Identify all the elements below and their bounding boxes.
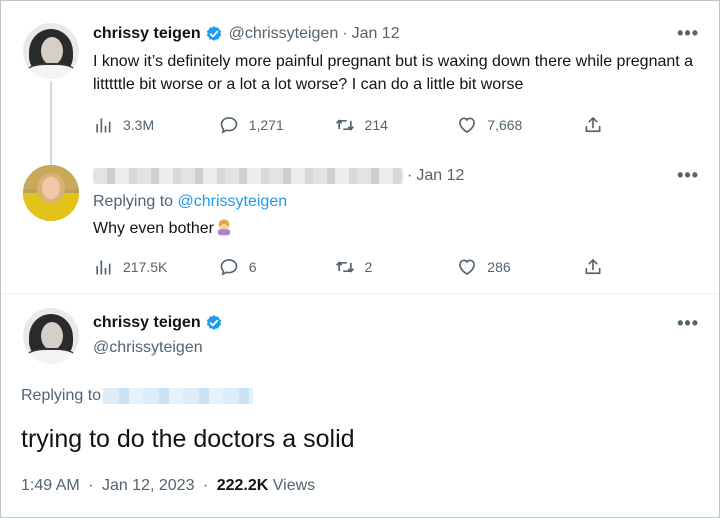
tweet-date[interactable]: Jan 12 xyxy=(416,166,464,186)
share-icon xyxy=(585,117,601,133)
tweet-thread: chrissy teigen @chrissyteigen · Jan 12 •… xyxy=(0,0,720,518)
avatar[interactable] xyxy=(23,308,79,364)
replying-to-handle[interactable]: @chrissyteigen xyxy=(178,193,288,210)
replying-to-prefix: Replying to xyxy=(21,387,102,404)
replying-to-prefix: Replying to xyxy=(93,193,174,210)
more-icon[interactable]: ••• xyxy=(677,23,699,44)
separator: · xyxy=(342,25,348,42)
separator: · xyxy=(202,477,209,494)
replying-to: Replying to xyxy=(21,387,254,405)
avatar[interactable] xyxy=(23,23,79,79)
more-icon[interactable]: ••• xyxy=(677,313,699,334)
person-facepalming-emoji xyxy=(217,219,230,236)
tweet-time[interactable]: 1:49 AM xyxy=(21,477,80,494)
views-count: 217.5K xyxy=(123,259,168,275)
tweet-header: · Jan 12 xyxy=(93,166,464,186)
redacted-replying-to-handle[interactable] xyxy=(103,387,254,404)
tweet-text: trying to do the doctors a solid xyxy=(21,425,355,453)
retweet-count: 214 xyxy=(364,117,388,133)
views-icon xyxy=(96,260,111,275)
separator: · xyxy=(88,477,94,494)
share-button[interactable] xyxy=(583,257,613,277)
views-count: 3.3M xyxy=(123,117,155,133)
retweet-icon xyxy=(335,119,354,131)
divider xyxy=(1,293,719,294)
tweet-text-row: Why even bother xyxy=(93,217,703,240)
like-icon xyxy=(459,259,476,276)
reply-button[interactable]: 6 xyxy=(219,257,335,277)
tweet-actions: 3.3M 1,271 214 7,668 xyxy=(93,113,613,137)
replying-to: Replying to @chrissyteigen xyxy=(93,193,287,211)
more-icon[interactable]: ••• xyxy=(677,165,699,186)
views-count: 222.2K xyxy=(216,477,269,494)
retweet-button[interactable]: 214 xyxy=(335,115,458,135)
like-count: 286 xyxy=(487,259,511,275)
share-icon xyxy=(585,259,601,275)
reply-count: 6 xyxy=(248,259,257,275)
tweet-text: Why even bother xyxy=(93,220,214,237)
tweet-header: chrissy teigen @chrissyteigen · Jan 12 xyxy=(93,24,400,44)
author-handle[interactable]: @chrissyteigen xyxy=(229,24,339,44)
verified-badge-icon xyxy=(206,26,221,41)
reply-icon xyxy=(220,117,238,134)
tweet-meta: 1:49 AM · Jan 12, 2023 · 222.2K Views xyxy=(21,477,315,495)
views-icon xyxy=(96,118,111,133)
separator: · xyxy=(407,167,413,184)
like-button[interactable]: 7,668 xyxy=(457,115,583,135)
reply-icon xyxy=(220,259,238,276)
tweet-full-date[interactable]: Jan 12, 2023 xyxy=(102,477,195,494)
avatar[interactable] xyxy=(23,165,79,221)
views-label: Views xyxy=(272,477,316,494)
share-button[interactable] xyxy=(583,115,613,135)
author-name[interactable]: chrissy teigen xyxy=(93,24,201,44)
like-count: 7,668 xyxy=(487,117,523,133)
author-handle[interactable]: @chrissyteigen xyxy=(93,338,203,358)
reply-button[interactable]: 1,271 xyxy=(219,115,335,135)
tweet-actions: 217.5K 6 2 286 xyxy=(93,255,613,279)
tweet-header: chrissy teigen xyxy=(93,313,223,333)
redacted-author-name xyxy=(93,168,403,184)
reply-count: 1,271 xyxy=(248,117,284,133)
retweet-count: 2 xyxy=(364,259,373,275)
author-handle-row: @chrissyteigen xyxy=(93,338,203,358)
views-stat[interactable]: 3.3M xyxy=(93,115,219,135)
like-icon xyxy=(459,117,476,134)
verified-badge-icon xyxy=(206,315,221,330)
like-button[interactable]: 286 xyxy=(457,257,583,277)
tweet-text: I know it’s definitely more painful preg… xyxy=(93,53,694,93)
retweet-button[interactable]: 2 xyxy=(335,257,458,277)
thread-connector-line xyxy=(50,81,52,165)
tweet-date[interactable]: Jan 12 xyxy=(352,24,400,44)
author-name[interactable]: chrissy teigen xyxy=(93,313,201,333)
retweet-icon xyxy=(335,261,354,273)
views-stat[interactable]: 217.5K xyxy=(93,257,219,277)
